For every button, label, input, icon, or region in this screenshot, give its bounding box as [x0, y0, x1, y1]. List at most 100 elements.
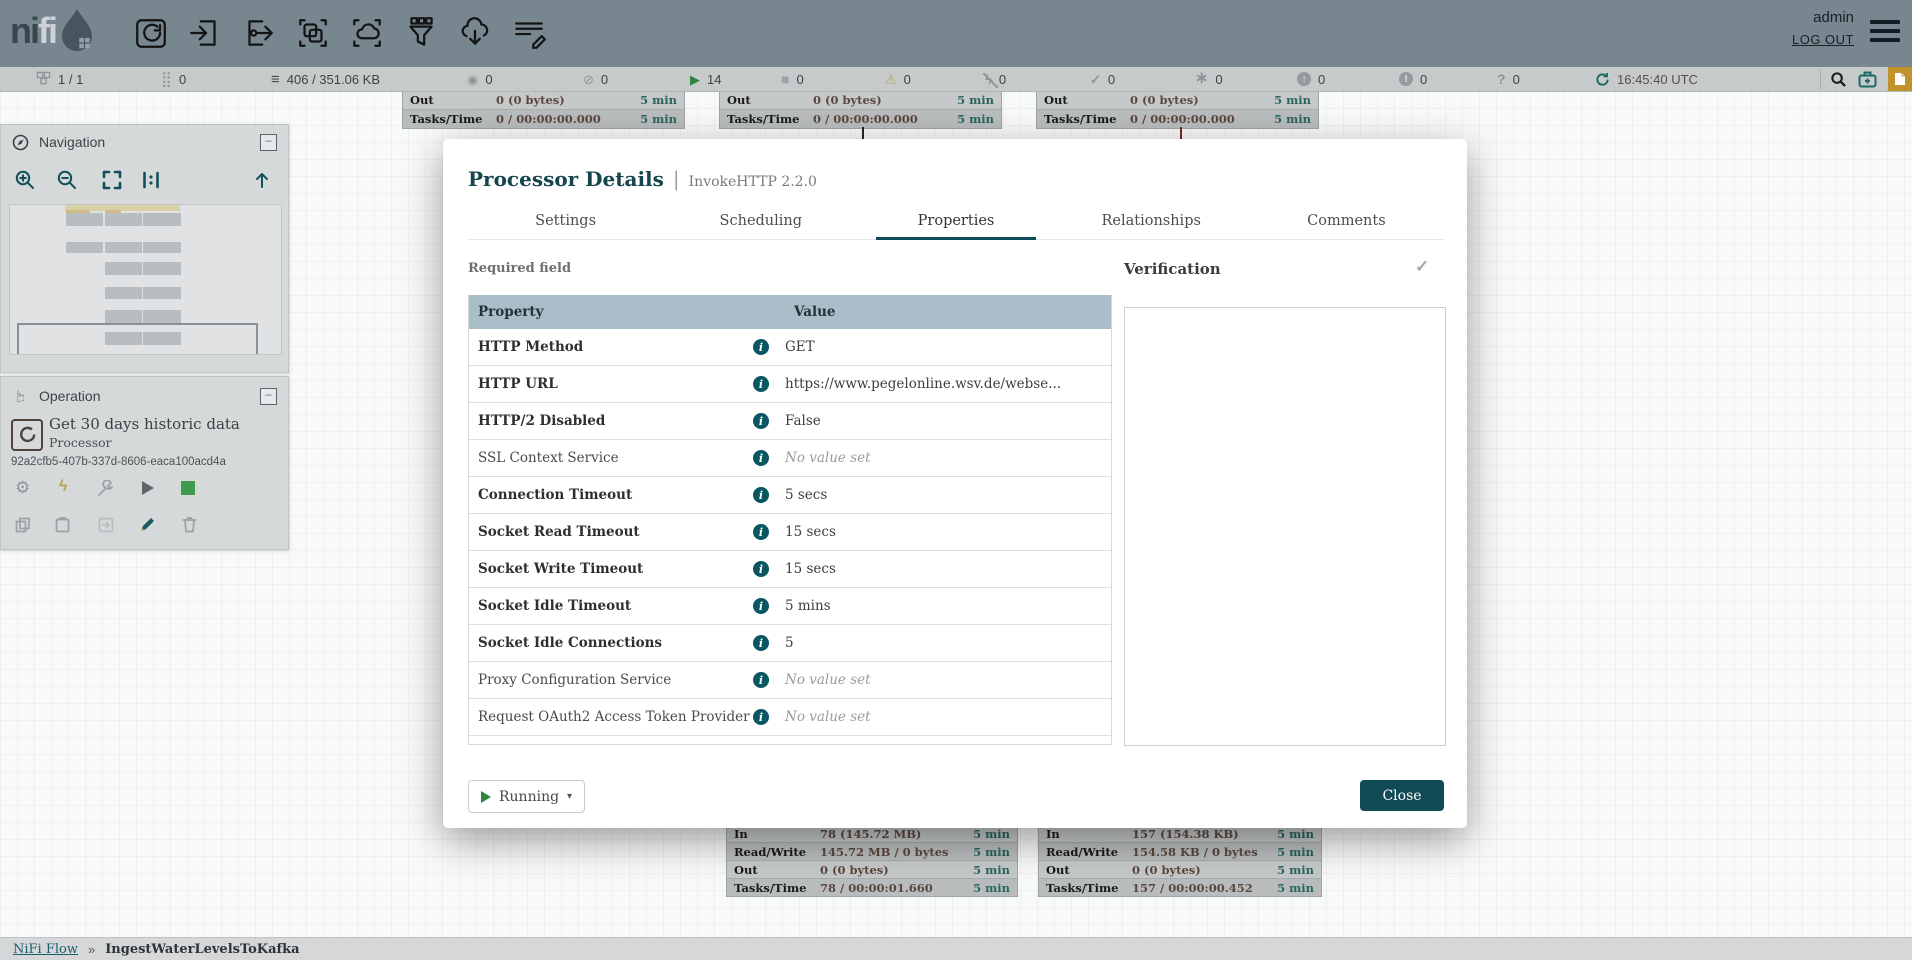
processor-tool-icon[interactable] — [133, 15, 169, 51]
breadcrumb: NiFi Flow » IngestWaterLevelsToKafka — [0, 937, 1912, 960]
property-column-header: Property — [469, 304, 782, 320]
nifi-app: Out0 (0 bytes)5 min Tasks/Time0 / 00:00:… — [0, 0, 1912, 960]
stat-row: Out0 (0 bytes)5 min — [1037, 91, 1318, 110]
birdseye-minimap[interactable] — [9, 204, 282, 355]
run-state-button[interactable]: Running ▾ — [468, 780, 585, 813]
start-icon[interactable] — [142, 481, 154, 499]
info-icon[interactable]: i — [753, 339, 769, 355]
minimap-component — [66, 242, 103, 253]
minimap-viewport[interactable] — [17, 323, 258, 355]
move-to-group-icon[interactable] — [98, 517, 114, 537]
collapse-operation-icon[interactable]: – — [260, 388, 277, 405]
info-icon[interactable]: i — [753, 635, 769, 651]
stat-row: Tasks/Time0 / 00:00:00.0005 min — [403, 110, 684, 128]
table-row: SSL Context ServiceiNo value set — [469, 440, 1111, 477]
flow-status-tile[interactable] — [1888, 67, 1912, 91]
info-icon[interactable]: i — [753, 561, 769, 577]
zoom-in-icon[interactable] — [14, 169, 36, 196]
zoom-actual-size-icon[interactable] — [140, 169, 162, 196]
threads-icon: ⣿ — [161, 72, 172, 87]
verification-check-icon[interactable]: ✓ — [1415, 257, 1429, 277]
info-icon[interactable]: i — [753, 413, 769, 429]
transmitting-icon: ◉ — [467, 73, 478, 86]
tab-relationships[interactable]: Relationships — [1054, 202, 1249, 239]
nifi-logo: nifi — [10, 8, 98, 54]
refresh-area: 16:45:40 UTC — [1595, 67, 1698, 91]
processor-stats-block: In78 (145.72 MB)5 min Read/Write145.72 M… — [726, 824, 1018, 897]
statusbar-divider — [1820, 69, 1821, 89]
refresh-icon[interactable] — [1595, 72, 1610, 87]
minimap-component — [105, 242, 142, 253]
search-button[interactable] — [1830, 67, 1847, 91]
funnel-tool-icon[interactable] — [403, 15, 439, 51]
tab-comments[interactable]: Comments — [1249, 202, 1444, 239]
info-icon[interactable]: i — [753, 524, 769, 540]
info-icon[interactable]: i — [753, 376, 769, 392]
delete-icon[interactable] — [182, 516, 197, 537]
status-invalid: ⚠0 — [885, 67, 911, 91]
exclamation-icon: ! — [1399, 72, 1413, 86]
paste-icon[interactable] — [55, 517, 70, 537]
processor-details-dialog: Processor Details|InvokeHTTP 2.2.0 Setti… — [443, 139, 1467, 828]
download-flow-tool-icon[interactable] — [457, 15, 493, 51]
info-icon[interactable]: i — [753, 598, 769, 614]
minimap-component — [105, 310, 142, 324]
table-header-row: Property Value — [469, 295, 1111, 329]
global-menu-icon[interactable] — [1870, 20, 1900, 47]
table-row: Socket Write Timeouti15 secs — [469, 551, 1111, 588]
running-icon: ▶ — [690, 73, 700, 86]
remote-process-group-tool-icon[interactable] — [349, 15, 385, 51]
chevron-down-icon: ▾ — [567, 791, 572, 802]
queued-list-icon: ≡ — [271, 72, 280, 87]
status-stopped: ■0 — [781, 67, 804, 91]
minimap-component — [143, 213, 181, 226]
info-icon[interactable]: i — [753, 487, 769, 503]
terminate-wrench-icon[interactable] — [97, 480, 114, 501]
process-group-tool-icon[interactable] — [295, 15, 331, 51]
current-user: admin — [1792, 9, 1854, 26]
status-stale: ↑0 — [1297, 67, 1325, 91]
info-icon[interactable]: i — [753, 450, 769, 466]
status-sync-failure: ?0 — [1497, 67, 1520, 91]
stat-row: Out0 (0 bytes)5 min — [720, 91, 1001, 110]
title-separator: | — [673, 167, 680, 191]
zoom-out-icon[interactable] — [56, 169, 78, 196]
minimap-component — [105, 287, 142, 299]
enable-bolt-icon[interactable]: ϟ — [59, 479, 67, 495]
status-locally-modified-stale: !0 — [1399, 67, 1427, 91]
tab-scheduling[interactable]: Scheduling — [663, 202, 858, 239]
change-color-brush-icon[interactable] — [139, 516, 156, 537]
zoom-fit-icon[interactable] — [101, 169, 123, 196]
navigation-panel: Navigation – — [0, 124, 289, 373]
status-disabled: ϟ0 — [985, 67, 1006, 91]
table-row: HTTP/2 DisablediFalse — [469, 403, 1111, 440]
cluster-icon — [36, 71, 51, 87]
info-icon[interactable]: i — [753, 709, 769, 725]
table-row: HTTP MethodiGET — [469, 329, 1111, 366]
info-icon[interactable]: i — [753, 672, 769, 688]
close-button[interactable]: Close — [1360, 780, 1444, 811]
not-transmitting-icon: ⊘ — [583, 73, 594, 86]
input-port-tool-icon[interactable] — [187, 15, 223, 51]
output-port-tool-icon[interactable] — [241, 15, 277, 51]
table-row: Connection Timeouti5 secs — [469, 477, 1111, 514]
operation-panel-title: Operation — [39, 388, 100, 404]
tab-settings[interactable]: Settings — [468, 202, 663, 239]
invalid-warning-icon: ⚠ — [885, 73, 897, 86]
minimap-component — [143, 242, 181, 253]
tab-properties[interactable]: Properties — [858, 202, 1053, 239]
collapse-navigation-icon[interactable]: – — [260, 134, 277, 151]
navigation-panel-title: Navigation — [39, 134, 105, 150]
label-tool-icon[interactable] — [511, 15, 547, 51]
breadcrumb-root-link[interactable]: NiFi Flow — [13, 942, 78, 957]
first-aid-kit-icon[interactable] — [1858, 67, 1877, 91]
nav-up-icon[interactable] — [251, 169, 273, 196]
asterisk-icon: ∗ — [1195, 71, 1208, 87]
stale-up-arrow-icon: ↑ — [1297, 72, 1311, 86]
stop-icon[interactable] — [181, 481, 195, 495]
stat-row: Tasks/Time0 / 00:00:00.0005 min — [720, 110, 1001, 128]
logout-link[interactable]: LOG OUT — [1792, 32, 1854, 47]
copy-icon[interactable] — [15, 517, 31, 537]
configure-icon[interactable]: ⚙ — [15, 479, 30, 496]
dialog-tabs: Settings Scheduling Properties Relations… — [468, 202, 1444, 240]
